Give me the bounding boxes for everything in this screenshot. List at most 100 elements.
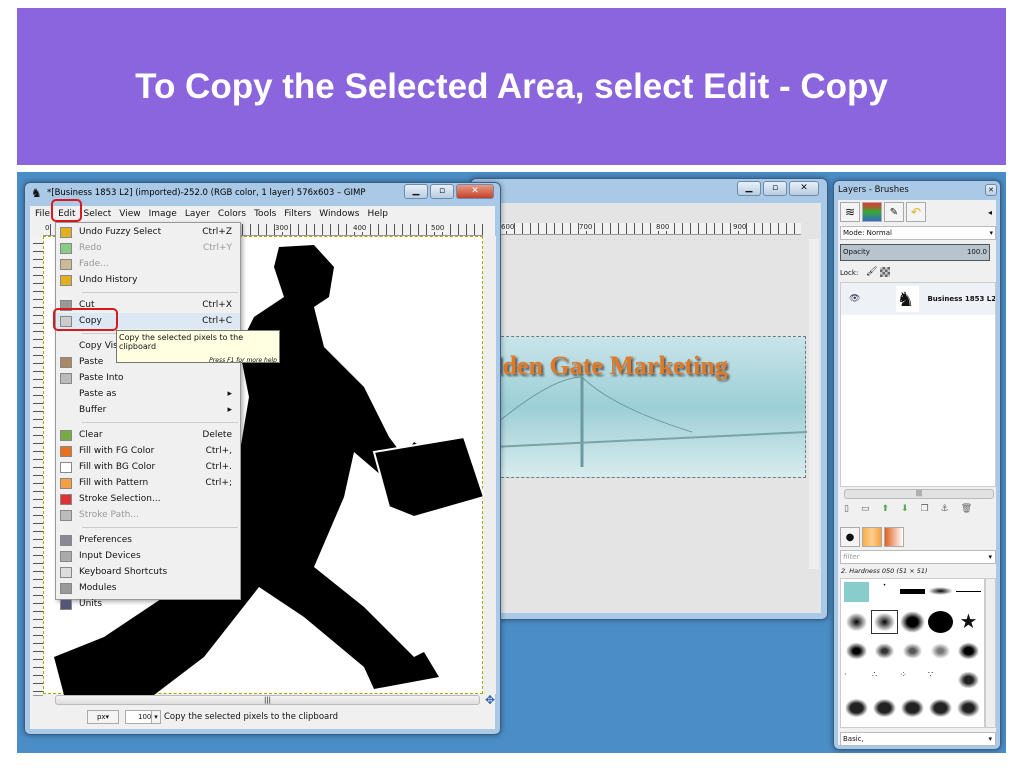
- brush-item[interactable]: [900, 698, 925, 719]
- brush-filter-input[interactable]: filter ▾: [840, 550, 996, 564]
- layer-row[interactable]: 👁 ♞ Business 1853 L2.g: [841, 283, 995, 315]
- duplicate-layer-icon[interactable]: ❐: [921, 504, 929, 514]
- ruler-vertical[interactable]: [33, 236, 43, 696]
- vertical-scrollbar[interactable]: [809, 239, 819, 569]
- menu-select[interactable]: Select: [84, 209, 112, 219]
- brush-item[interactable]: [928, 698, 953, 719]
- opacity-slider[interactable]: Opacity 100.0: [840, 244, 990, 261]
- menu-item-stroke-selection[interactable]: Stroke Selection...: [56, 491, 240, 507]
- fill-pattern-icon: [60, 477, 72, 489]
- new-group-icon[interactable]: ▭: [861, 504, 870, 514]
- dock-menu-icon[interactable]: ◂: [988, 208, 992, 217]
- menu-item-fill-with-bg-color[interactable]: Fill with BG Color Ctrl+.: [56, 459, 240, 475]
- lock-alpha-icon[interactable]: [880, 267, 890, 277]
- dock-close-button[interactable]: ✕: [985, 184, 997, 196]
- menu-item-preferences[interactable]: Preferences: [56, 532, 240, 548]
- maximize-button[interactable]: ▫: [430, 184, 454, 199]
- ruler-label: 700: [579, 223, 593, 231]
- brush-item[interactable]: [900, 610, 925, 633]
- menu-item-paste-as[interactable]: Paste as ▸: [56, 386, 240, 402]
- close-button[interactable]: ✕: [456, 184, 494, 199]
- unit-select[interactable]: px ▾: [87, 710, 119, 724]
- brush-item[interactable]: [928, 610, 953, 633]
- menu-item-redo[interactable]: Redo Ctrl+Y: [56, 240, 240, 256]
- brush-item[interactable]: ⁘: [900, 670, 925, 690]
- brush-preset-select[interactable]: Basic, ▾: [840, 732, 996, 746]
- menu-item-input-devices[interactable]: Input Devices: [56, 548, 240, 564]
- lower-layer-icon[interactable]: ⬇: [901, 504, 909, 514]
- layers-tab-icon[interactable]: ≋: [840, 202, 860, 222]
- brush-item[interactable]: [956, 669, 981, 690]
- brush-item[interactable]: ∴: [872, 670, 897, 690]
- undo-icon: [60, 226, 72, 238]
- vertical-scrollbar[interactable]: [484, 236, 496, 694]
- menu-layer[interactable]: Layer: [185, 209, 210, 219]
- brush-item[interactable]: [872, 698, 897, 719]
- channels-tab-icon[interactable]: [862, 202, 882, 222]
- brush-item[interactable]: [844, 610, 869, 633]
- patterns-tab-icon[interactable]: [862, 527, 882, 547]
- brush-item[interactable]: [956, 698, 981, 719]
- maximize-button[interactable]: ▫: [763, 181, 787, 196]
- menu-tools[interactable]: Tools: [254, 209, 276, 219]
- menu-item-undo-fuzzy-select[interactable]: Undo Fuzzy Select Ctrl+Z: [56, 224, 240, 240]
- brush-item-selected[interactable]: [871, 609, 898, 634]
- menu-view[interactable]: View: [119, 209, 140, 219]
- brush-item[interactable]: [956, 641, 981, 662]
- mode-select[interactable]: Mode: Normal ▾: [840, 226, 996, 240]
- menu-help[interactable]: Help: [367, 209, 388, 219]
- brush-item[interactable]: [956, 591, 981, 592]
- menu-image[interactable]: Image: [149, 209, 177, 219]
- visibility-eye-icon[interactable]: 👁: [849, 294, 860, 304]
- brush-scrollbar[interactable]: [985, 578, 996, 728]
- navigate-icon[interactable]: ✥: [485, 693, 495, 707]
- menu-item-keyboard-shortcuts[interactable]: Keyboard Shortcuts: [56, 564, 240, 580]
- minimize-button[interactable]: ▁: [737, 181, 761, 196]
- menu-file[interactable]: File: [35, 209, 50, 219]
- menu-item-fill-with-pattern[interactable]: Fill with Pattern Ctrl+;: [56, 475, 240, 491]
- undo-tab-icon[interactable]: ↶: [906, 202, 926, 222]
- raise-layer-icon[interactable]: ⬆: [881, 504, 889, 514]
- new-layer-icon[interactable]: ▯: [844, 504, 849, 514]
- brush-item[interactable]: ∵: [928, 670, 953, 690]
- ruler-label: 600: [501, 223, 515, 231]
- menu-item-undo-history[interactable]: Undo History: [56, 272, 240, 288]
- brush-item[interactable]: [844, 641, 869, 662]
- brush-item[interactable]: [900, 589, 925, 594]
- brush-item[interactable]: [844, 582, 869, 602]
- brush-item[interactable]: [928, 641, 953, 662]
- menu-item-modules[interactable]: Modules: [56, 580, 240, 596]
- brush-grid[interactable]: • ★ · ∴ ⁘ ∵: [840, 578, 985, 728]
- menu-separator: [82, 422, 238, 423]
- brush-item[interactable]: •: [872, 582, 897, 608]
- menu-item-units[interactable]: Units: [56, 596, 240, 612]
- delete-layer-icon[interactable]: 🗑: [961, 504, 972, 514]
- menu-item-fill-with-fg-color[interactable]: Fill with FG Color Ctrl+,: [56, 443, 240, 459]
- close-button[interactable]: ✕: [789, 181, 819, 196]
- menu-item-stroke-path[interactable]: Stroke Path...: [56, 507, 240, 523]
- brush-item[interactable]: [928, 587, 953, 595]
- menu-filters[interactable]: Filters: [284, 209, 311, 219]
- menu-item-fade[interactable]: Fade...: [56, 256, 240, 272]
- layers-hscrollbar[interactable]: |||: [844, 489, 994, 499]
- brushes-tab-icon[interactable]: ●: [840, 527, 860, 547]
- brush-item[interactable]: ·: [844, 670, 869, 690]
- gradients-tab-icon[interactable]: [884, 527, 904, 547]
- horizontal-scrollbar[interactable]: |||: [55, 695, 480, 705]
- lock-pixels-icon[interactable]: 🖌: [866, 267, 877, 277]
- paths-tab-icon[interactable]: ✎: [884, 202, 904, 222]
- minimize-button[interactable]: ▁: [404, 184, 428, 199]
- menu-windows[interactable]: Windows: [319, 209, 359, 219]
- brush-item[interactable]: ★: [956, 611, 981, 639]
- menu-item-clear[interactable]: Clear Delete: [56, 427, 240, 443]
- menu-item-label: Fill with Pattern: [79, 478, 149, 488]
- brush-item[interactable]: [872, 641, 897, 662]
- anchor-layer-icon[interactable]: ⚓: [941, 504, 949, 514]
- menu-item-paste-into[interactable]: Paste Into: [56, 370, 240, 386]
- brush-item[interactable]: [900, 641, 925, 662]
- zoom-dropdown-button[interactable]: ▾: [151, 710, 161, 724]
- brush-item[interactable]: [844, 698, 869, 719]
- menu-item-buffer[interactable]: Buffer ▸: [56, 402, 240, 418]
- menu-colors[interactable]: Colors: [218, 209, 246, 219]
- ruler-horizontal[interactable]: 600 700 800 900: [491, 223, 801, 235]
